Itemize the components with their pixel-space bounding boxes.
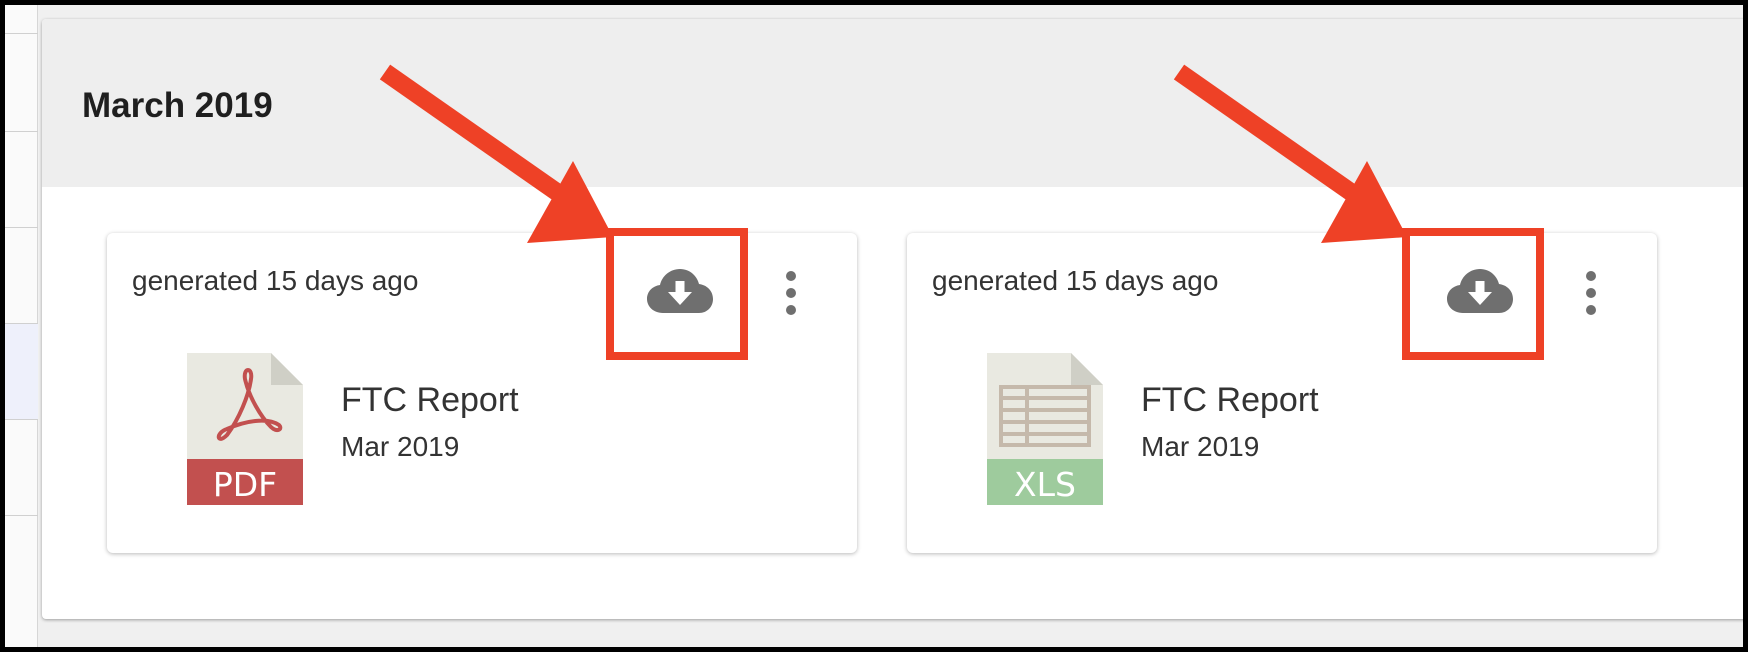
report-date: Mar 2019 [341, 431, 460, 462]
more-vertical-icon [1586, 271, 1596, 281]
file-type-label: XLS [1014, 465, 1076, 504]
month-title: March 2019 [82, 86, 273, 125]
more-vertical-icon [786, 271, 796, 281]
left-sidebar-strip [5, 5, 38, 647]
report-date: Mar 2019 [1141, 431, 1260, 462]
file-type-label: PDF [213, 465, 277, 504]
report-card-pdf[interactable]: generated 15 days ago PDF FTC Report Mar… [107, 233, 857, 553]
pdf-file-icon: PDF [187, 353, 303, 505]
cloud-download-icon [1447, 269, 1513, 313]
report-name: FTC Report [341, 381, 519, 419]
generated-label: generated 15 days ago [132, 265, 419, 296]
more-options-button[interactable] [779, 269, 803, 317]
screenshot-frame: March 2019 generated 15 days ago PDF FTC… [0, 0, 1748, 652]
more-options-button[interactable] [1579, 269, 1603, 317]
xls-file-icon: XLS [987, 353, 1103, 505]
report-card-xls[interactable]: generated 15 days ago XLS FTC Report Mar… [907, 233, 1657, 553]
generated-label: generated 15 days ago [932, 265, 1219, 296]
month-header: March 2019 [42, 19, 1743, 187]
cloud-download-icon [647, 269, 713, 313]
report-name: FTC Report [1141, 381, 1319, 419]
reports-panel: March 2019 generated 15 days ago PDF FTC… [42, 19, 1743, 619]
download-button[interactable] [1447, 269, 1513, 315]
download-button[interactable] [647, 269, 713, 315]
